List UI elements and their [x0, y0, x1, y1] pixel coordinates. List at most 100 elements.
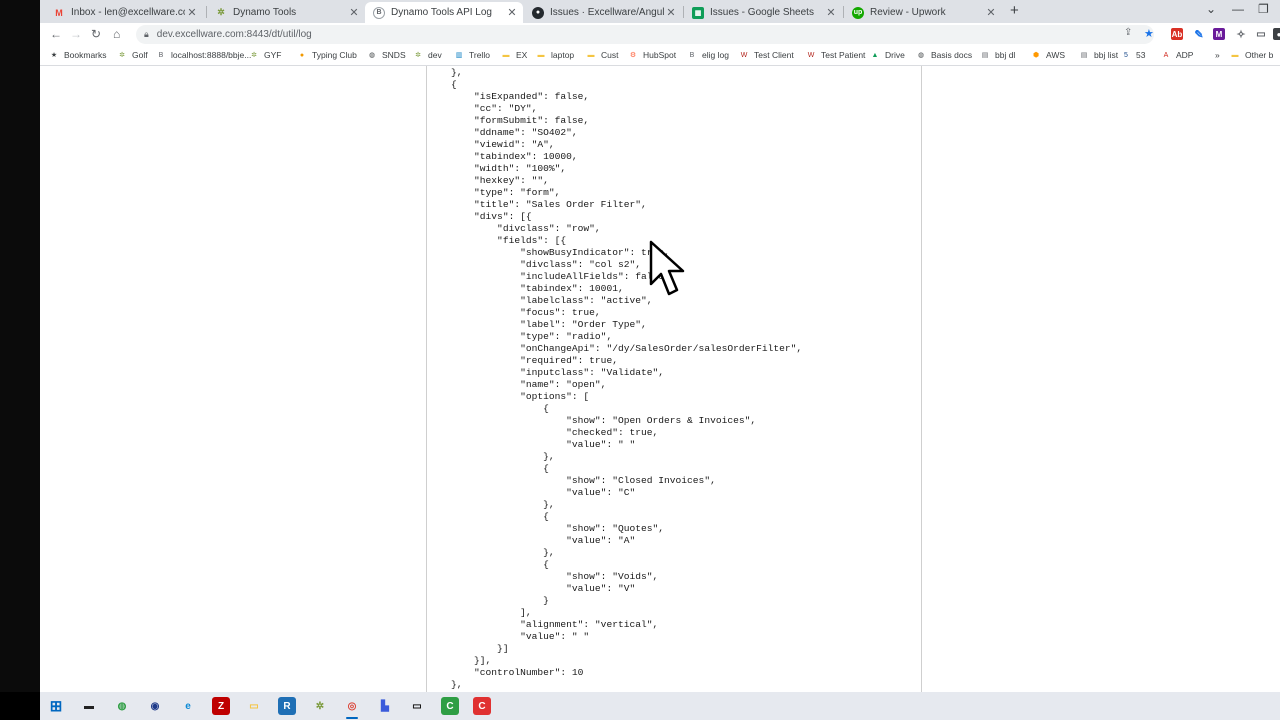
- bookmark-item[interactable]: ✲ dev: [413, 50, 442, 60]
- reload-icon[interactable]: ↻: [91, 27, 101, 41]
- bookmark-item[interactable]: ▬ Other b: [1230, 50, 1274, 60]
- edge-icon[interactable]: e: [179, 697, 197, 715]
- bookmark-item[interactable]: ▬ laptop: [536, 50, 575, 60]
- address-bar[interactable]: 🔒︎ dev.excellware.com:8443/dt/util/log: [136, 25, 1154, 44]
- bookmark-item[interactable]: 5 53: [1121, 50, 1145, 60]
- bookmark-item[interactable]: ◍ SNDS: [367, 50, 406, 60]
- log-line: "viewid": "A",: [451, 139, 555, 150]
- log-line: }],: [451, 655, 492, 666]
- bookmark-label: Trello: [469, 50, 490, 60]
- bookmark-item[interactable]: ▤ bbj list: [1079, 50, 1118, 60]
- close-icon[interactable]: ✕: [824, 6, 838, 19]
- bookmark-label: localhost:8888/bbje...: [171, 50, 252, 60]
- bookmark-item[interactable]: W Test Client: [739, 50, 794, 60]
- dynamo-app-icon[interactable]: ✲: [311, 697, 329, 715]
- bookmark-item[interactable]: ▤ bbj dl: [980, 50, 1016, 60]
- folder-icon: ▬: [1231, 51, 1239, 59]
- share-icon[interactable]: ⇪: [1124, 27, 1132, 38]
- file-explorer-icon[interactable]: ▭: [245, 697, 263, 715]
- bookmark-item[interactable]: W Test Patient: [806, 50, 866, 60]
- typing-club-icon: ●: [299, 51, 305, 59]
- bookmark-item[interactable]: ⬢ AWS: [1031, 50, 1065, 60]
- extension-pen-icon[interactable]: ✎: [1193, 28, 1205, 41]
- disc-app-icon[interactable]: ◉: [146, 697, 164, 715]
- extensions-puzzle-icon[interactable]: ✧: [1235, 28, 1247, 41]
- tab-dynamo-tools[interactable]: ✲ Dynamo Tools ✕: [207, 2, 365, 23]
- bookmark-item[interactable]: Belig log: [687, 50, 729, 60]
- extension-m-icon[interactable]: M: [1213, 28, 1225, 40]
- aws-icon: ⬢: [1032, 52, 1040, 59]
- tab-api-log[interactable]: B Dynamo Tools API Log ✕: [365, 2, 523, 23]
- close-icon[interactable]: ✕: [664, 6, 678, 19]
- globe-app-icon[interactable]: ◍: [113, 697, 131, 715]
- bookmark-label: bbj dl: [995, 50, 1016, 60]
- reading-list-icon[interactable]: ▭: [1255, 28, 1267, 40]
- lock-icon[interactable]: 🔒︎: [144, 29, 149, 40]
- bookmark-label: Test Patient: [821, 50, 866, 60]
- bookmark-item[interactable]: ✲ Golf: [117, 50, 148, 60]
- chrome-icon[interactable]: ◎: [343, 697, 361, 719]
- minimize-icon[interactable]: —: [1232, 2, 1244, 16]
- log-line: "onChangeApi": "/dy/SalesOrder/salesOrde…: [451, 343, 803, 354]
- log-line: "alignment": "vertical",: [451, 619, 659, 630]
- new-tab-button[interactable]: +: [1010, 2, 1019, 19]
- extension-badge-icon[interactable]: Ab: [1171, 28, 1183, 40]
- log-line: {: [451, 559, 549, 570]
- profile-avatar-icon[interactable]: ●: [1273, 28, 1280, 40]
- globe-icon: ◍: [368, 52, 376, 59]
- filezilla-icon[interactable]: Z: [212, 697, 230, 715]
- bookmark-label: Golf: [132, 50, 148, 60]
- bookmark-item[interactable]: ⚙ HubSpot: [628, 50, 676, 60]
- console-icon[interactable]: ▭: [408, 697, 426, 715]
- forward-arrow-icon[interactable]: →: [70, 27, 82, 41]
- back-arrow-icon[interactable]: ←: [50, 27, 62, 41]
- restore-icon[interactable]: ❐: [1258, 2, 1269, 16]
- bookmark-label: HubSpot: [643, 50, 677, 60]
- log-line: "tabindex": 10000,: [451, 151, 578, 162]
- r-app-icon[interactable]: R: [278, 697, 296, 715]
- log-line: "divclass": "col s2",: [451, 259, 641, 270]
- tab-search-chevron-icon[interactable]: ⌄: [1206, 2, 1216, 16]
- bookmark-item[interactable]: ◍ Basis docs: [916, 50, 972, 60]
- tab-gmail[interactable]: M Inbox - len@excellware.com - Ex ✕: [45, 2, 203, 23]
- bookmark-item[interactable]: A ADP: [1161, 50, 1194, 60]
- bookmark-item[interactable]: ▬ EX: [501, 50, 528, 60]
- log-line: "tabindex": 10001,: [451, 283, 624, 294]
- close-icon[interactable]: ✕: [347, 6, 361, 19]
- log-line: "value": "A": [451, 535, 636, 546]
- close-icon[interactable]: ✕: [984, 6, 998, 19]
- c-red-icon[interactable]: C: [473, 697, 491, 715]
- hubspot-icon: ⚙: [629, 52, 637, 59]
- log-line: ],: [451, 607, 532, 618]
- tab-google-sheets[interactable]: ▦ Issues - Google Sheets ✕: [684, 2, 842, 23]
- bookmark-item[interactable]: ● Typing Club: [297, 50, 357, 60]
- bookmark-item[interactable]: ★ Bookmarks: [49, 50, 107, 60]
- dynamo-icon: ✲: [415, 52, 421, 59]
- home-icon[interactable]: ⌂: [113, 27, 120, 41]
- bookmarks-bar: ★ Bookmarks ✲ Golf Blocalhost:8888/bbje... ✲ G…: [40, 46, 1280, 66]
- bookmarks-overflow-icon[interactable]: »: [1215, 50, 1220, 60]
- app-icon[interactable]: ▙: [376, 697, 394, 715]
- bookmark-item[interactable]: ▥ Trello: [454, 50, 490, 60]
- close-icon[interactable]: ✕: [505, 6, 519, 19]
- bookmark-item[interactable]: Blocalhost:8888/bbje...: [156, 50, 252, 60]
- star-bookmark-icon[interactable]: ★: [1144, 27, 1154, 40]
- bookmark-item[interactable]: ✲ GYF: [249, 50, 281, 60]
- windows-start-icon[interactable]: ⊞: [47, 697, 65, 715]
- bookmark-label: EX: [516, 50, 528, 60]
- screen: M Inbox - len@excellware.com - Ex ✕ ✲ Dy…: [0, 0, 1280, 720]
- terminal-icon[interactable]: ▬: [80, 697, 98, 715]
- c-green-icon[interactable]: C: [441, 697, 459, 715]
- dynamo-icon: ✲: [251, 52, 257, 59]
- tab-github-issues[interactable]: ● Issues · Excellware/Angular ✕: [524, 2, 682, 23]
- log-line: "focus": true,: [451, 307, 601, 318]
- tab-upwork[interactable]: up Review - Upwork ✕: [844, 2, 1002, 23]
- log-line: "show": "Voids",: [451, 571, 659, 582]
- bookmark-label: laptop: [551, 50, 575, 60]
- tab-title: Dynamo Tools: [233, 7, 297, 18]
- bookmark-item[interactable]: ▲ Drive: [870, 50, 905, 60]
- bookmark-item[interactable]: ▬ Cust: [586, 50, 619, 60]
- tab-strip: M Inbox - len@excellware.com - Ex ✕ ✲ Dy…: [40, 0, 1280, 23]
- close-icon[interactable]: ✕: [185, 6, 199, 19]
- upwork-icon: up: [852, 6, 864, 19]
